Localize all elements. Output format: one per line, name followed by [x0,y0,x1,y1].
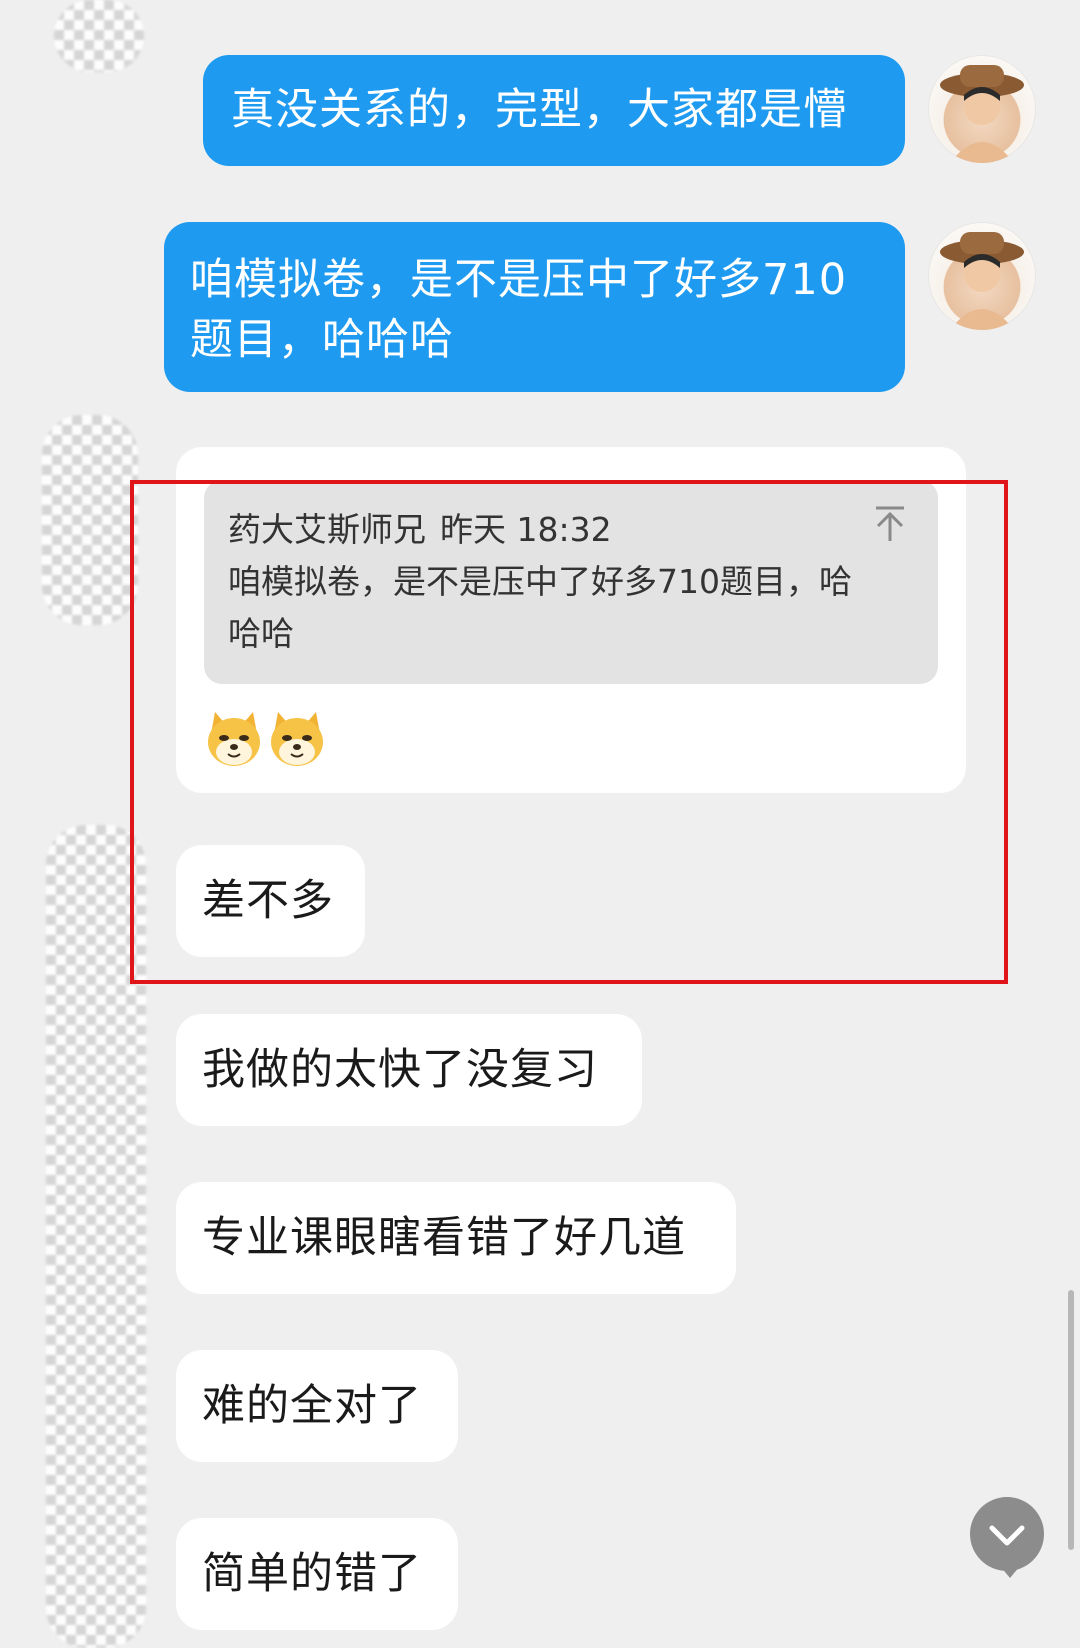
cowboy-hat-avatar-icon [940,65,1024,163]
masked-avatar [54,0,144,72]
incoming-message-bubble[interactable]: 专业课眼瞎看错了好几道 [176,1182,736,1294]
message-text: 我做的太快了没复习 [202,1045,598,1095]
incoming-message-bubble[interactable]: 简单的错了 [176,1518,458,1630]
my-message-bubble[interactable]: 咱模拟卷，是不是压中了好多710 题目，哈哈哈 [164,222,905,392]
message-text: 难的全对了 [202,1381,422,1431]
my-avatar[interactable] [928,222,1036,330]
incoming-message-bubble[interactable]: 我做的太快了没复习 [176,1014,642,1126]
chevron-down-icon [989,1525,1025,1546]
cowboy-hat-avatar-icon [940,232,1024,330]
my-avatar[interactable] [928,55,1036,163]
scroll-button-pointer [1000,1566,1020,1578]
my-message-bubble[interactable]: 真没关系的，完型，大家都是懵 [203,55,905,166]
message-text: 简单的错了 [202,1549,422,1599]
message-text: 真没关系的，完型，大家都是懵 [231,85,847,135]
message-text: 专业课眼瞎看错了好几道 [202,1213,686,1263]
chat-screen: 真没关系的，完型，大家都是懵 咱模拟卷，是不是压中了好多710 题目，哈哈哈 药… [0,0,1080,1648]
message-text-line: 咱模拟卷，是不是压中了好多710 [190,255,848,305]
masked-avatar [42,415,138,625]
incoming-message-bubble[interactable]: 难的全对了 [176,1350,458,1462]
scroll-to-bottom-button[interactable] [970,1497,1044,1571]
message-text-line: 题目，哈哈哈 [190,315,454,365]
scrollbar[interactable] [1068,1290,1074,1550]
highlight-box [130,480,1008,984]
